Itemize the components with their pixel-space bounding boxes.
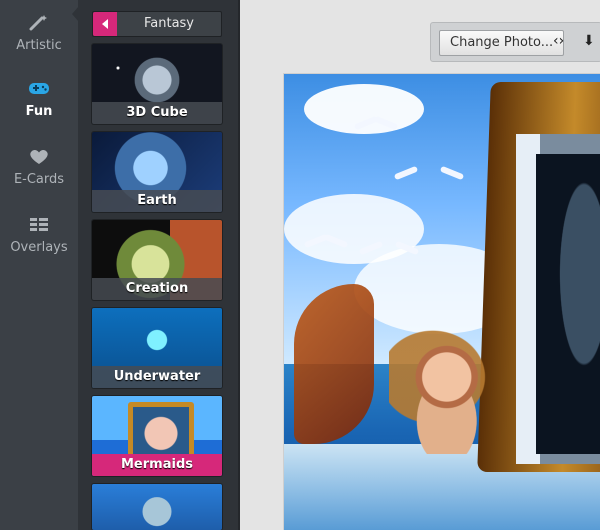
overlay-grid-icon xyxy=(30,218,48,231)
nav-item-overlays[interactable]: Overlays xyxy=(0,214,78,255)
effect-thumb-mermaids[interactable]: Mermaids xyxy=(92,396,222,476)
effect-label: 3D Cube xyxy=(92,102,222,124)
photo-preview xyxy=(284,74,600,530)
download-icon[interactable]: ⬇ xyxy=(583,33,595,49)
effect-thumb-earth[interactable]: Earth xyxy=(92,132,222,212)
change-photo-button[interactable]: Change Photo... xyxy=(439,30,565,56)
top-toolbar: Change Photo... ‹› ⬇ xyxy=(430,22,600,62)
category-title: Fantasy xyxy=(143,16,195,31)
nav-item-ecards[interactable]: E-Cards xyxy=(0,146,78,187)
wand-icon xyxy=(29,15,47,31)
nav-item-fun[interactable]: Fun xyxy=(0,78,78,119)
seagull xyxy=(304,232,348,246)
heart-icon xyxy=(30,150,48,164)
category-panel: Fantasy 3D Cube Earth Creation Underwate… xyxy=(78,0,240,530)
effect-thumb-creation[interactable]: Creation xyxy=(92,220,222,300)
workspace: Change Photo... ‹› ⬇ xyxy=(240,0,600,530)
nav-item-label: Fun xyxy=(25,104,53,119)
nav-item-label: E-Cards xyxy=(13,172,65,187)
nav-item-artistic[interactable]: Artistic xyxy=(0,12,78,53)
frame-portrait xyxy=(536,154,600,454)
effect-thumb-partial[interactable] xyxy=(92,484,222,530)
effect-label: Creation xyxy=(92,278,222,300)
nav-item-label: Artistic xyxy=(16,38,62,53)
nav-item-label: Overlays xyxy=(10,240,68,255)
category-header: Fantasy xyxy=(92,11,222,37)
effect-label: Earth xyxy=(92,190,222,212)
mermaid-figure xyxy=(404,344,499,454)
seagull xyxy=(354,114,398,128)
main-nav: Artistic Fun E-Cards Overlays xyxy=(0,0,79,530)
effect-thumb-3d-cube[interactable]: 3D Cube xyxy=(92,44,222,124)
gamepad-icon xyxy=(29,83,49,94)
seagull xyxy=(359,239,419,253)
effect-label: Mermaids xyxy=(92,454,222,476)
mermaid-tail xyxy=(294,284,374,444)
effect-thumb-underwater[interactable]: Underwater xyxy=(92,308,222,388)
back-button[interactable] xyxy=(93,12,117,36)
seagull xyxy=(394,164,464,178)
effect-label: Underwater xyxy=(92,366,222,388)
left-right-arrows-icon[interactable]: ‹› xyxy=(553,33,564,49)
